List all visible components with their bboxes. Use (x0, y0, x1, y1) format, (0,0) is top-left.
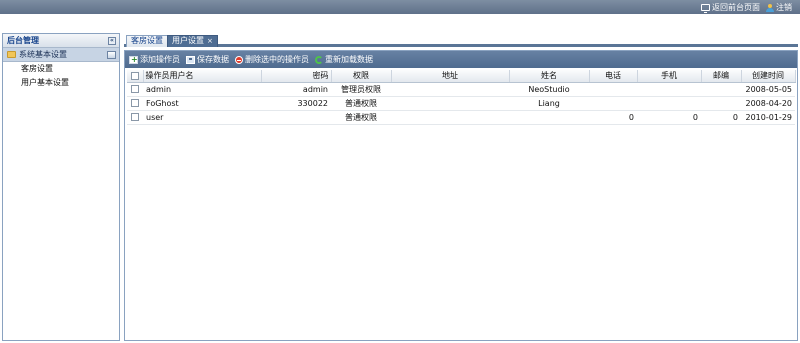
delete-selected-label: 删除选中的操作员 (245, 55, 309, 64)
col-password[interactable]: 密码 (261, 70, 332, 83)
cell-address[interactable] (391, 110, 509, 125)
sidebar-title: 后台管理 (7, 36, 39, 45)
folder-open-icon (7, 51, 16, 58)
table-row[interactable]: FoGhost 330022 普通权限 Liang 2008-04-20 (127, 96, 795, 111)
user-logout-icon (766, 3, 774, 12)
col-permission[interactable]: 权限 (331, 70, 392, 83)
row-checkbox[interactable] (131, 99, 139, 107)
logout-link[interactable]: 注销 (766, 2, 792, 13)
add-icon (129, 55, 138, 64)
sidebar-header: 后台管理 « (3, 34, 119, 48)
cell-address[interactable] (391, 96, 509, 111)
select-all-checkbox-cell (127, 70, 144, 83)
col-phone[interactable]: 电话 (589, 70, 638, 83)
delete-icon (235, 55, 243, 64)
cell-name[interactable]: Liang (509, 96, 589, 111)
cell-created[interactable]: 2010-01-29 (741, 110, 795, 125)
cell-password[interactable]: admin (261, 82, 331, 97)
cell-phone[interactable] (589, 96, 637, 111)
tab-room-settings[interactable]: 客房设置 (126, 35, 168, 47)
reload-data-label: 重新加载数据 (325, 55, 373, 64)
toolbar: 添加操作员 保存数据 删除选中的操作员 重新加载数据 (125, 51, 797, 68)
cell-phone[interactable]: 0 (589, 110, 637, 125)
cell-permission[interactable]: 普通权限 (331, 96, 391, 111)
cell-username[interactable]: user (143, 110, 261, 125)
top-bar: 返回前台页面 注销 (0, 0, 800, 14)
cell-phone[interactable] (589, 82, 637, 97)
col-address[interactable]: 地址 (391, 70, 510, 83)
reload-data-button[interactable]: 重新加载数据 (315, 54, 373, 65)
col-created[interactable]: 创建时间 (741, 70, 796, 83)
cell-name[interactable]: NeoStudio (509, 82, 589, 97)
cell-zip[interactable] (701, 96, 741, 111)
delete-selected-button[interactable]: 删除选中的操作员 (235, 54, 309, 65)
sidebar-item-room-settings[interactable]: 客房设置 (3, 62, 119, 76)
sidebar: 后台管理 « 系统基本设置 客房设置 用户基本设置 (2, 33, 120, 341)
cell-name[interactable] (509, 110, 589, 125)
row-checkbox-cell (127, 110, 143, 125)
close-tab-icon[interactable]: × (207, 37, 213, 45)
tab-strip: 客房设置 用户设置 × (124, 33, 798, 47)
cell-created[interactable]: 2008-04-20 (741, 96, 795, 111)
row-checkbox[interactable] (131, 85, 139, 93)
main-panel: 添加操作员 保存数据 删除选中的操作员 重新加载数据 操作员用户名 (124, 50, 798, 341)
grid-header-row: 操作员用户名 密码 权限 地址 姓名 电话 手机 邮编 创建时间 (127, 70, 796, 83)
cell-username[interactable]: admin (143, 82, 261, 97)
top-links: 返回前台页面 注销 (701, 2, 792, 13)
add-operator-button[interactable]: 添加操作员 (129, 54, 180, 65)
row-checkbox-cell (127, 82, 143, 97)
select-all-checkbox[interactable] (130, 71, 139, 80)
tab-room-settings-label: 客房设置 (131, 36, 163, 45)
sidebar-section-label: 系统基本设置 (19, 50, 67, 59)
reload-icon (315, 55, 323, 64)
row-checkbox-cell (127, 96, 143, 111)
cell-created[interactable]: 2008-05-05 (741, 82, 795, 97)
save-data-button[interactable]: 保存数据 (186, 54, 229, 65)
sidebar-item-user-settings[interactable]: 用户基本设置 (3, 76, 119, 90)
save-icon (186, 55, 195, 64)
cell-zip[interactable] (701, 82, 741, 97)
back-to-frontend-label: 返回前台页面 (712, 3, 760, 12)
add-operator-label: 添加操作员 (140, 55, 180, 64)
cell-permission[interactable]: 普通权限 (331, 110, 391, 125)
row-checkbox[interactable] (131, 113, 139, 121)
cell-zip[interactable]: 0 (701, 110, 741, 125)
collapse-left-icon[interactable]: « (108, 36, 116, 45)
save-data-label: 保存数据 (197, 55, 229, 64)
cell-password[interactable] (261, 110, 331, 125)
col-name[interactable]: 姓名 (509, 70, 590, 83)
cell-mobile[interactable]: 0 (637, 110, 701, 125)
table-row[interactable]: user 普通权限 0 0 0 2010-01-29 (127, 110, 795, 125)
col-mobile[interactable]: 手机 (637, 70, 702, 83)
tab-user-settings-label: 用户设置 (172, 36, 204, 45)
cell-permission[interactable]: 管理员权限 (331, 82, 391, 97)
logout-label: 注销 (776, 3, 792, 12)
cell-username[interactable]: FoGhost (143, 96, 261, 111)
col-username[interactable]: 操作员用户名 (143, 70, 262, 83)
back-to-frontend-link[interactable]: 返回前台页面 (701, 2, 760, 13)
cell-mobile[interactable] (637, 96, 701, 111)
cell-password[interactable]: 330022 (261, 96, 331, 111)
operator-grid: 操作员用户名 密码 权限 地址 姓名 电话 手机 邮编 创建时间 admin a… (127, 70, 796, 125)
table-row[interactable]: admin admin 管理员权限 NeoStudio 2008-05-05 (127, 82, 795, 97)
cell-mobile[interactable] (637, 82, 701, 97)
sidebar-section-header[interactable]: 系统基本设置 (3, 48, 119, 62)
monitor-icon (701, 4, 710, 13)
col-zip[interactable]: 邮编 (701, 70, 742, 83)
section-toggle-icon[interactable] (107, 50, 116, 59)
tab-user-settings[interactable]: 用户设置 × (167, 35, 218, 47)
cell-address[interactable] (391, 82, 509, 97)
